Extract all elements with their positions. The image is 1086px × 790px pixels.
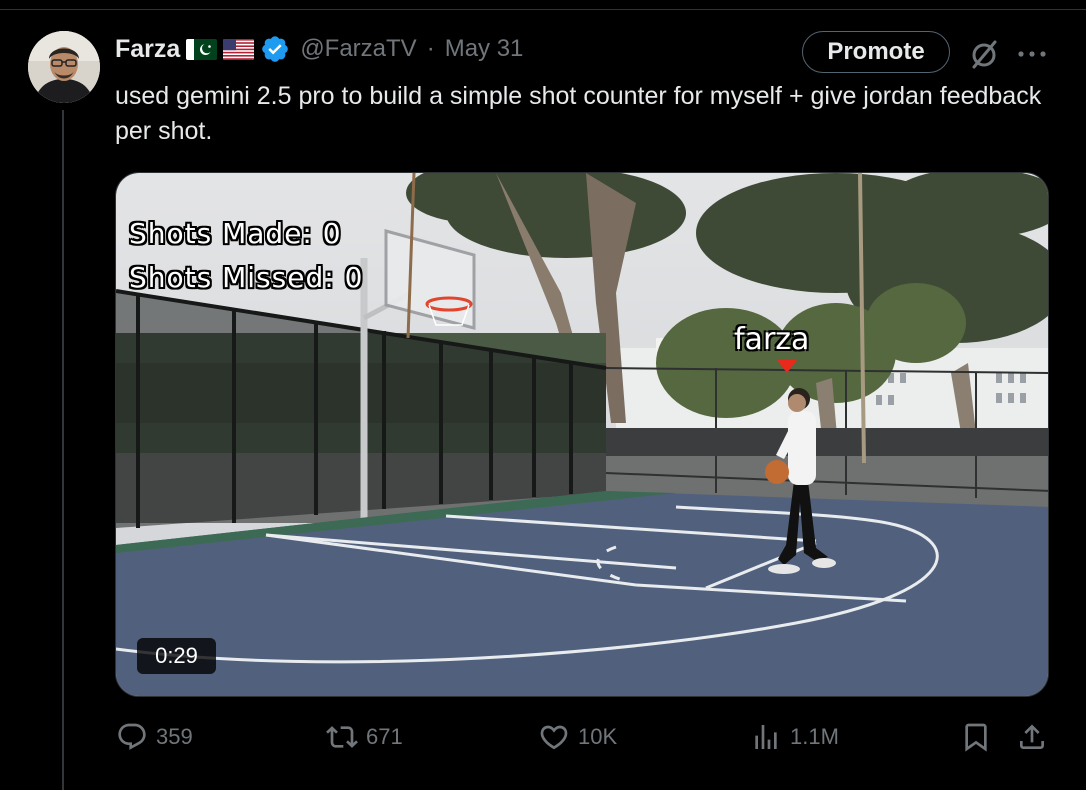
verified-badge-icon[interactable] — [260, 34, 290, 64]
author-handle[interactable]: @FarzaTV — [300, 35, 416, 63]
share-button[interactable] — [1016, 715, 1048, 759]
top-divider — [0, 0, 1086, 10]
repost-icon — [326, 726, 358, 748]
like-count: 10K — [578, 724, 618, 749]
repost-count: 671 — [366, 724, 403, 749]
promote-button[interactable]: Promote — [802, 31, 950, 73]
grok-icon[interactable] — [966, 36, 1002, 72]
shots-made-overlay: Shots Made: 0 — [129, 217, 342, 250]
reply-icon — [118, 723, 146, 750]
tweet-text: used gemini 2.5 pro to build a simple sh… — [115, 82, 1042, 145]
more-icon[interactable] — [1014, 36, 1050, 72]
tweet-date[interactable]: May 31 — [445, 35, 524, 63]
shots-missed-overlay: Shots Missed: 0 — [129, 261, 364, 294]
us-flag-icon — [223, 38, 255, 60]
author-name[interactable]: Farza — [115, 35, 180, 64]
action-bar: 359 671 10K 1.1M — [0, 715, 1086, 759]
views-count: 1.1M — [790, 724, 839, 749]
like-icon — [540, 725, 568, 750]
reply-button[interactable]: 359 — [116, 715, 193, 759]
reply-count: 359 — [156, 724, 193, 749]
video-frame — [116, 173, 1048, 696]
bookmark-button[interactable] — [960, 715, 992, 759]
date-separator: · — [426, 35, 435, 62]
views-icon — [755, 725, 777, 749]
video-duration: 0:29 — [137, 638, 216, 674]
tweet-header: Farza @FarzaTV · May 31 — [115, 32, 523, 66]
pakistan-flag-icon — [186, 38, 218, 60]
video-player[interactable]: Shots Made: 0 Shots Missed: 0 farza 0:29 — [115, 172, 1049, 697]
like-button[interactable]: 10K — [538, 715, 617, 759]
player-label: farza — [734, 322, 810, 357]
avatar[interactable] — [28, 31, 100, 103]
share-icon — [1020, 724, 1044, 749]
bookmark-icon — [965, 723, 987, 752]
repost-button[interactable]: 671 — [326, 715, 403, 759]
thread-line — [62, 110, 64, 790]
views-button[interactable]: 1.1M — [750, 715, 839, 759]
player-marker-icon — [777, 360, 797, 373]
